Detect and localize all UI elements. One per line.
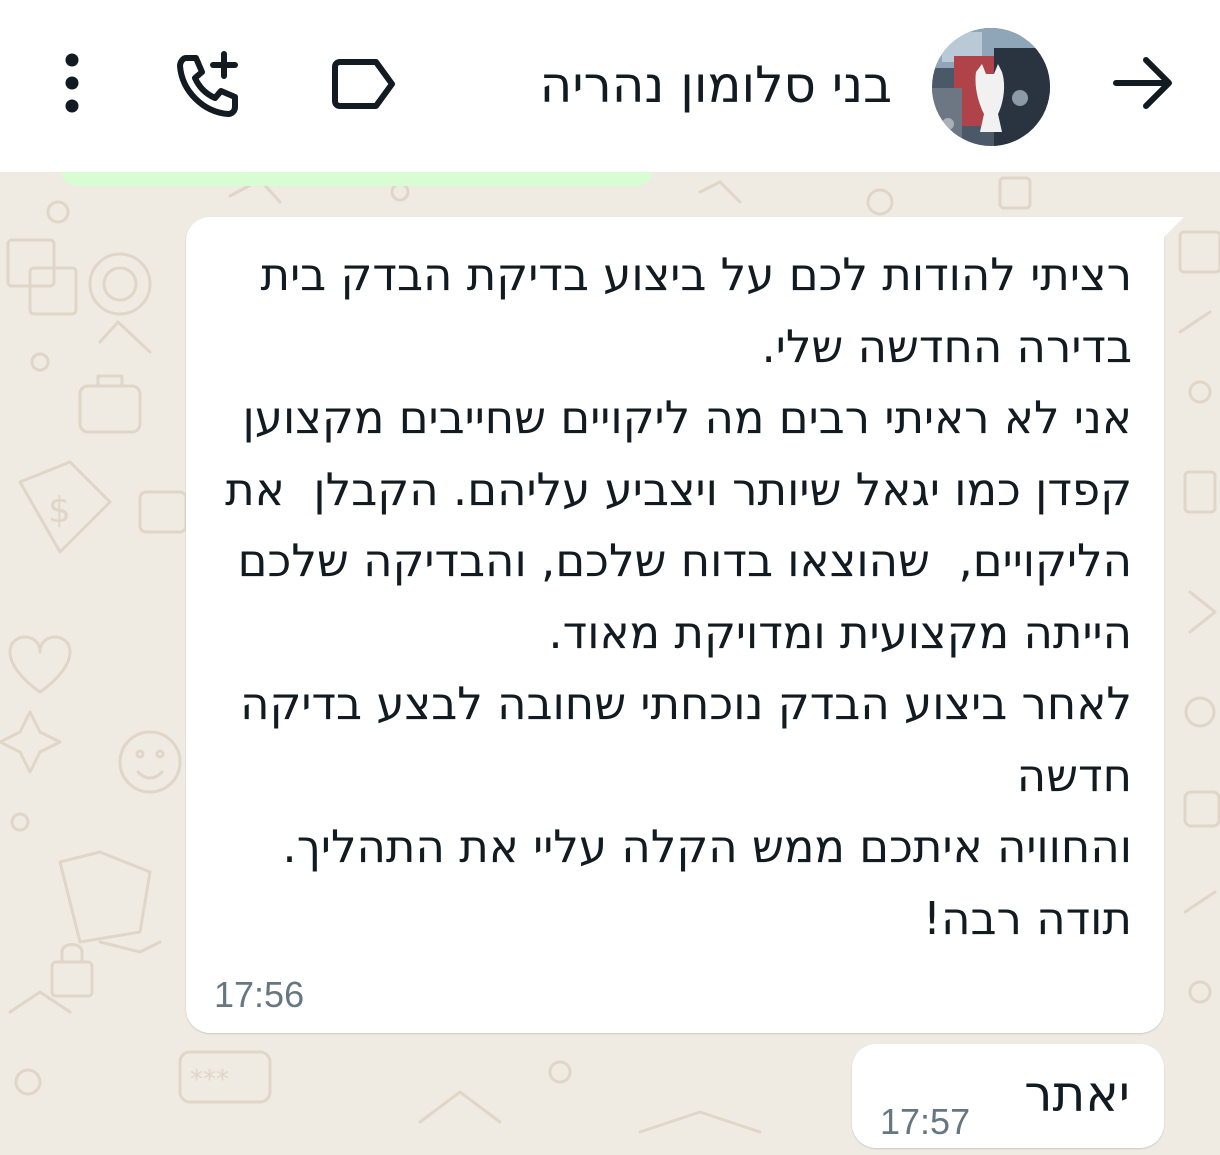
contact-avatar[interactable] <box>932 28 1050 146</box>
message-time: 17:57 <box>880 1101 971 1142</box>
more-vert-icon[interactable] <box>52 50 92 120</box>
message-bubble[interactable]: רציתי להודות לכם על ביצוע בדיקת הבדק בית… <box>186 217 1184 1033</box>
message-bubble[interactable]: יאתר 17:57 <box>852 1044 1164 1148</box>
arrow-right-icon[interactable] <box>1110 50 1176 116</box>
chat-header: בני סלומון נהריה <box>0 0 1220 172</box>
bubble-tail <box>1162 217 1184 239</box>
label-tag-icon[interactable] <box>330 56 400 112</box>
chat-area[interactable]: $ *** רציתי להודות לכם על ביצוע בדיקת הב… <box>0 172 1220 1155</box>
message-text: רציתי להודות לכם על ביצוע בדיקת הבדק בית… <box>225 248 1132 945</box>
add-call-icon[interactable] <box>172 50 244 122</box>
svg-text:***: *** <box>190 1065 229 1095</box>
svg-text:$: $ <box>48 490 71 531</box>
contact-name[interactable]: בני סלומון נהריה <box>540 50 892 120</box>
previous-message-bubble <box>62 172 652 186</box>
message-text: יאתר <box>1024 1065 1130 1123</box>
message-time: 17:56 <box>214 974 305 1015</box>
